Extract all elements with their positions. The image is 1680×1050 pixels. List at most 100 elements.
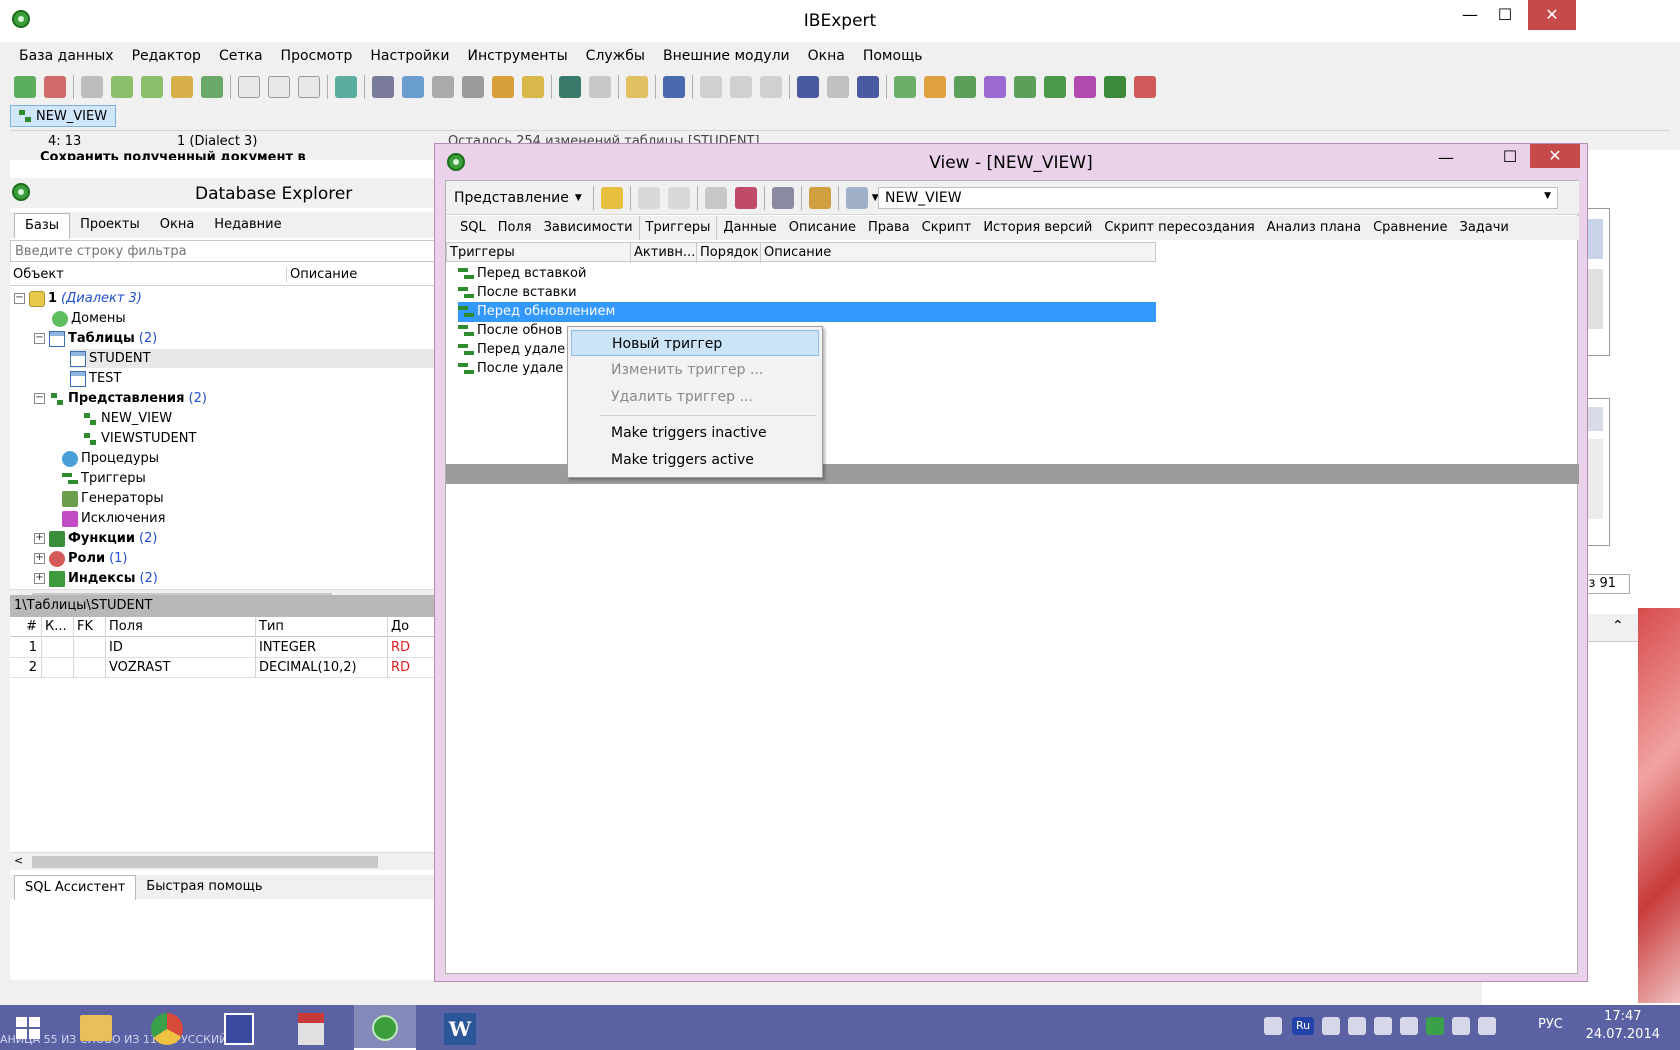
minimize-icon[interactable]: —	[1456, 0, 1484, 30]
object-name-dropdown[interactable]: NEW_VIEW ▼	[878, 187, 1558, 209]
menu-editor[interactable]: Редактор	[123, 44, 210, 68]
volume-icon[interactable]	[1452, 1017, 1470, 1035]
menu-make-triggers-active[interactable]: Make triggers active	[571, 447, 819, 473]
view-minimize-icon[interactable]: —	[1433, 144, 1459, 174]
grid-icon[interactable]	[704, 186, 727, 209]
find-icon[interactable]	[797, 76, 819, 98]
view-maximize-icon[interactable]: ☐	[1497, 142, 1523, 172]
trigger-after-insert[interactable]: После вставки	[458, 283, 577, 303]
maximize-icon[interactable]: ☐	[1492, 0, 1518, 30]
find-next-icon[interactable]	[827, 76, 849, 98]
compile-icon[interactable]	[600, 186, 623, 209]
collapse-icon[interactable]: −	[34, 333, 45, 344]
paste-icon[interactable]	[760, 76, 782, 98]
close-icon[interactable]: ✕	[1528, 0, 1576, 30]
tab-recreate-script[interactable]: Скрипт пересоздания	[1098, 216, 1260, 240]
expand-icon[interactable]: +	[34, 533, 45, 544]
power-icon[interactable]	[1478, 1017, 1496, 1035]
keyboard-language[interactable]: РУС	[1538, 1017, 1563, 1032]
new-table-icon[interactable]	[894, 76, 916, 98]
dropdown-arrow-icon[interactable]: ▼	[1544, 191, 1551, 201]
tree-database[interactable]: − 1 (Диалект 3)	[14, 289, 142, 308]
network-icon[interactable]	[1374, 1017, 1392, 1035]
reconnect-icon[interactable]	[111, 76, 133, 98]
refresh-icon[interactable]	[335, 76, 357, 98]
new-document-icon[interactable]	[238, 76, 260, 98]
copy-icon[interactable]	[730, 76, 752, 98]
tab-triggers[interactable]: Триггеры	[638, 216, 718, 240]
taskbar-app-pdf[interactable]	[280, 1005, 342, 1050]
key-icon[interactable]	[522, 76, 544, 98]
taskbar-chrome[interactable]	[136, 1005, 198, 1050]
expand-icon[interactable]: +	[34, 573, 45, 584]
menu-new-trigger[interactable]: Новый триггер	[571, 330, 819, 356]
print-icon[interactable]	[462, 76, 484, 98]
cut-icon[interactable]	[700, 76, 722, 98]
user-manager-icon[interactable]	[492, 76, 514, 98]
open-folder-icon[interactable]	[626, 76, 648, 98]
collapse-icon[interactable]: −	[34, 393, 45, 404]
tab-description[interactable]: Описание	[783, 216, 862, 240]
book-icon[interactable]	[559, 76, 581, 98]
tree-view-viewstudent[interactable]: VIEWSTUDENT	[82, 429, 196, 448]
tree-table-student[interactable]: STUDENT	[70, 349, 446, 368]
tab-version-history[interactable]: История версий	[977, 216, 1098, 240]
sql-editor-icon[interactable]	[372, 76, 394, 98]
disconnect-icon[interactable]	[141, 76, 163, 98]
edit-icon[interactable]	[589, 76, 611, 98]
object-type-dropdown[interactable]: Представление ▼	[446, 181, 590, 215]
copy-document-icon[interactable]	[268, 76, 290, 98]
bluetooth-icon[interactable]	[1400, 1017, 1418, 1035]
tab-script[interactable]: Скрипт	[916, 216, 978, 240]
tools-icon[interactable]	[808, 186, 831, 209]
tree-functions[interactable]: + Функции (2)	[34, 529, 157, 548]
tree-views[interactable]: − Представления (2)	[34, 389, 207, 408]
signal-icon[interactable]	[1348, 1017, 1366, 1035]
tab-sql[interactable]: SQL	[454, 216, 492, 240]
new-field-icon[interactable]	[924, 76, 946, 98]
menu-help[interactable]: Помощь	[854, 44, 932, 68]
tab-windows[interactable]: Окна	[150, 213, 205, 237]
tree-indices[interactable]: + Индексы (2)	[34, 569, 158, 588]
taskbar-explorer[interactable]	[64, 1005, 126, 1050]
fields-horizontal-scrollbar[interactable]: <	[10, 852, 446, 870]
expand-icon[interactable]: +	[34, 553, 45, 564]
tab-tasks[interactable]: Задачи	[1453, 216, 1514, 240]
tab-fields[interactable]: Поля	[492, 216, 538, 240]
menu-grid[interactable]: Сетка	[210, 44, 272, 68]
new-function-icon[interactable]	[1104, 76, 1126, 98]
tree-domains[interactable]: Домены	[52, 309, 126, 328]
chevron-up-icon[interactable]: ⌃	[1612, 618, 1624, 634]
taskbar-word[interactable]: W	[428, 1005, 490, 1050]
trigger-after-delete[interactable]: После удале	[458, 359, 563, 379]
new-trigger-icon[interactable]	[1014, 76, 1036, 98]
trigger-before-insert[interactable]: Перед вставкой	[458, 264, 586, 284]
menu-services[interactable]: Службы	[577, 44, 654, 68]
table-row[interactable]: 2 VOZRAST DECIMAL(10,2) RD	[10, 658, 446, 678]
menu-make-triggers-inactive[interactable]: Make triggers inactive	[571, 420, 819, 446]
trigger-after-update[interactable]: После обнов	[458, 321, 562, 341]
flag-icon[interactable]	[1322, 1017, 1340, 1035]
unregister-db-icon[interactable]	[44, 76, 66, 98]
table-row[interactable]: 1 ID INTEGER RD	[10, 638, 446, 658]
database-icon[interactable]	[171, 76, 193, 98]
new-exception-icon[interactable]	[1074, 76, 1096, 98]
new-view-icon[interactable]	[954, 76, 976, 98]
query-builder-icon[interactable]	[402, 76, 424, 98]
clock[interactable]: 17:47 24.07.2014	[1586, 1008, 1660, 1044]
doc-tab-new-view[interactable]: NEW_VIEW	[10, 105, 117, 127]
export-icon[interactable]	[432, 76, 454, 98]
tree-generators[interactable]: Генераторы	[62, 489, 164, 508]
register-db-icon[interactable]	[14, 76, 36, 98]
tab-projects[interactable]: Проекты	[70, 213, 150, 237]
replace-icon[interactable]	[857, 76, 879, 98]
commit-icon[interactable]	[637, 186, 660, 209]
tab-sql-assistant[interactable]: SQL Ассистент	[14, 874, 137, 900]
new-generator-icon[interactable]	[1044, 76, 1066, 98]
tab-permissions[interactable]: Права	[862, 216, 916, 240]
tree-procedures[interactable]: Процедуры	[62, 449, 159, 468]
tab-plan-analyzer[interactable]: Анализ плана	[1261, 216, 1367, 240]
menu-database[interactable]: База данных	[10, 44, 123, 68]
paste-document-icon[interactable]	[298, 76, 320, 98]
connect-icon[interactable]	[81, 76, 103, 98]
